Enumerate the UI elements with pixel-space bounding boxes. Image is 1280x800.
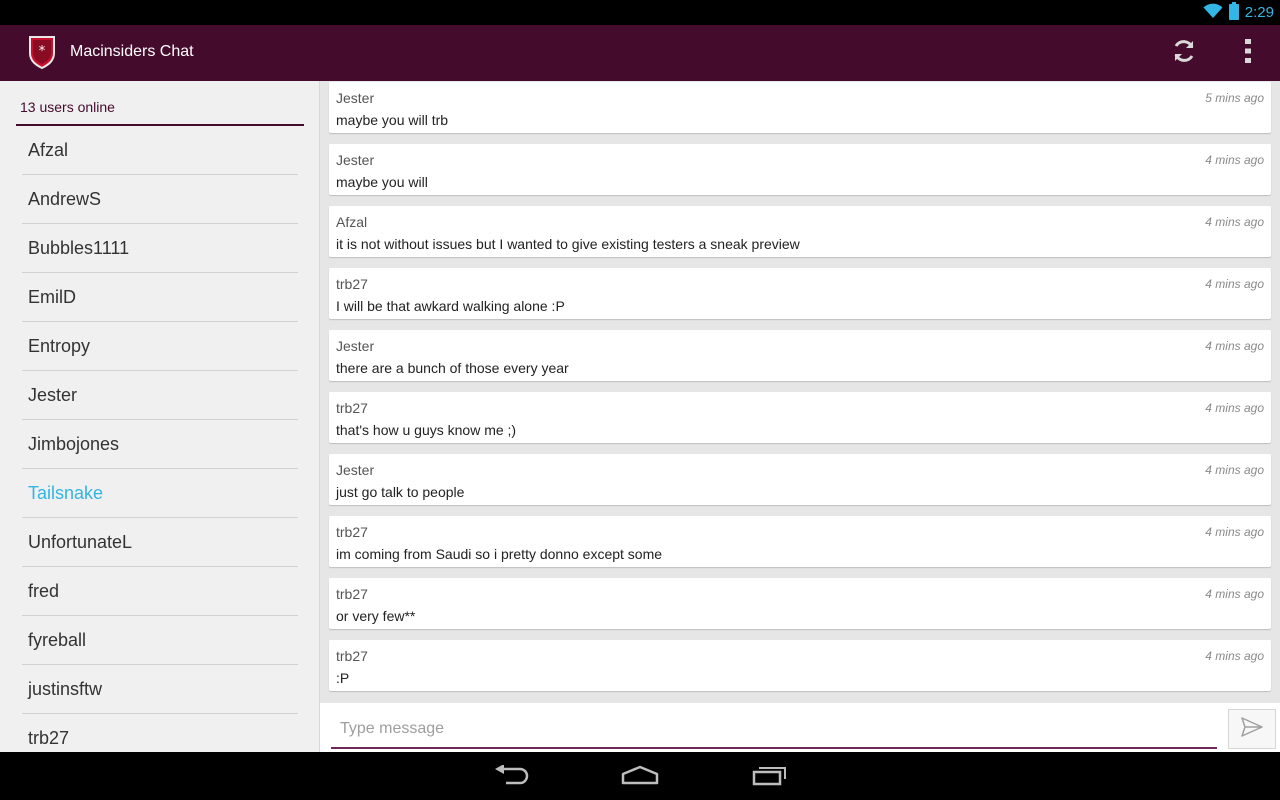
message-author: trb27 — [336, 276, 368, 292]
send-button[interactable] — [1228, 709, 1276, 749]
user-item[interactable]: Entropy — [22, 322, 298, 371]
message-timestamp: 4 mins ago — [1205, 463, 1264, 477]
message-composer — [320, 703, 1280, 752]
users-sidebar: 13 users online Afzal AndrewS Bubbles111… — [0, 81, 319, 752]
message-card: trb27 4 mins ago :P — [329, 640, 1271, 691]
user-item[interactable]: UnfortunateL — [22, 518, 298, 567]
message-timestamp: 4 mins ago — [1205, 215, 1264, 229]
message-timestamp: 4 mins ago — [1205, 339, 1264, 353]
user-item[interactable]: EmilD — [22, 273, 298, 322]
message-text: im coming from Saudi so i pretty donno e… — [336, 546, 663, 562]
message-author: Afzal — [336, 214, 368, 230]
message-author: Jester — [336, 338, 375, 354]
message-text: maybe you will trb — [336, 112, 449, 128]
message-author: trb27 — [336, 586, 368, 602]
message-timestamp: 4 mins ago — [1205, 277, 1264, 291]
message-author: trb27 — [336, 524, 368, 540]
user-item[interactable]: justinsftw — [22, 665, 298, 714]
user-item[interactable]: trb27 — [22, 714, 298, 752]
message-timestamp: 4 mins ago — [1205, 401, 1264, 415]
message-text: I will be that awkard walking alone :P — [336, 298, 565, 314]
user-list: Afzal AndrewS Bubbles1111 EmilD Entropy … — [22, 126, 298, 752]
status-bar: 2:29 — [0, 0, 1280, 25]
user-item[interactable]: AndrewS — [22, 175, 298, 224]
refresh-icon — [1171, 38, 1197, 68]
message-timestamp: 4 mins ago — [1205, 525, 1264, 539]
app-bar: * Macinsiders Chat — [0, 25, 1280, 81]
message-text: it is not without issues but I wanted to… — [336, 236, 800, 252]
message-author: trb27 — [336, 648, 368, 664]
back-icon — [494, 764, 530, 789]
message-card: Afzal 4 mins ago it is not without issue… — [329, 206, 1271, 257]
message-text: or very few** — [336, 608, 416, 624]
back-button[interactable] — [482, 760, 542, 794]
message-text: maybe you will — [336, 174, 428, 190]
user-item[interactable]: Afzal — [22, 126, 298, 175]
message-timestamp: 4 mins ago — [1205, 153, 1264, 167]
svg-text:*: * — [39, 44, 46, 59]
message-timestamp: 5 mins ago — [1205, 91, 1264, 105]
message-timestamp: 4 mins ago — [1205, 649, 1264, 663]
user-item[interactable]: Jimbojones — [22, 420, 298, 469]
message-author: Jester — [336, 462, 375, 478]
message-author: Jester — [336, 90, 375, 106]
message-input[interactable] — [331, 711, 1217, 749]
home-icon — [621, 765, 659, 789]
user-item[interactable]: fred — [22, 567, 298, 616]
recent-apps-icon — [752, 764, 788, 790]
message-text: just go talk to people — [336, 484, 465, 500]
message-card: Jester 4 mins ago just go talk to people — [329, 454, 1271, 505]
message-card: trb27 4 mins ago im coming from Saudi so… — [329, 516, 1271, 567]
message-card: Jester 5 mins ago maybe you will trb — [329, 82, 1271, 133]
recent-apps-button[interactable] — [740, 760, 800, 794]
home-button[interactable] — [610, 760, 670, 794]
message-list[interactable]: Jester 5 mins ago maybe you will trb Jes… — [320, 81, 1280, 703]
user-item[interactable]: Jester — [22, 371, 298, 420]
message-card: Jester 4 mins ago maybe you will — [329, 144, 1271, 195]
user-item[interactable]: fyreball — [22, 616, 298, 665]
message-card: Jester 4 mins ago there are a bunch of t… — [329, 330, 1271, 381]
message-card: trb27 4 mins ago that's how u guys know … — [329, 392, 1271, 443]
message-author: Jester — [336, 152, 375, 168]
refresh-button[interactable] — [1166, 35, 1202, 71]
user-item[interactable]: Bubbles1111 — [22, 224, 298, 273]
message-text: there are a bunch of those every year — [336, 360, 569, 376]
battery-icon — [1228, 1, 1239, 24]
status-time: 2:29 — [1244, 4, 1274, 21]
users-online-count: 13 users online — [20, 99, 115, 115]
message-timestamp: 4 mins ago — [1205, 587, 1264, 601]
message-author: trb27 — [336, 400, 368, 416]
overflow-menu-icon — [1244, 38, 1252, 68]
user-item-highlighted[interactable]: Tailsnake — [22, 469, 298, 518]
message-text: :P — [336, 670, 350, 686]
status-icons: 2:29 — [1203, 0, 1274, 25]
wifi-icon — [1203, 3, 1223, 23]
app-screen: 2:29 * Macinsiders Chat 13 users online … — [0, 0, 1280, 800]
system-nav-bar — [0, 752, 1280, 800]
app-title: Macinsiders Chat — [70, 43, 194, 60]
message-text: that's how u guys know me ;) — [336, 422, 517, 438]
message-card: trb27 4 mins ago or very few** — [329, 578, 1271, 629]
shield-icon[interactable]: * — [28, 35, 56, 70]
users-online-header: 13 users online — [16, 81, 304, 126]
message-card: trb27 4 mins ago I will be that awkard w… — [329, 268, 1271, 319]
send-icon — [1241, 717, 1263, 741]
overflow-menu-button[interactable] — [1232, 35, 1264, 71]
